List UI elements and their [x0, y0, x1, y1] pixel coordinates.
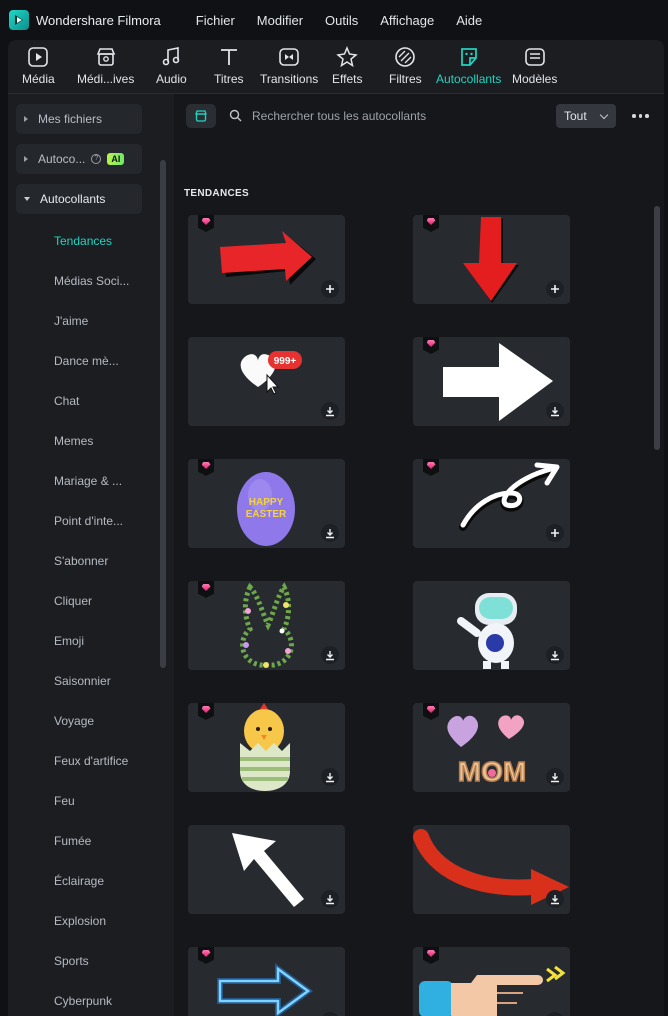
search-input[interactable]	[252, 104, 542, 128]
sticker-card[interactable]	[413, 947, 570, 1016]
sidebar-item-fire[interactable]: Feu	[54, 794, 75, 808]
text-title-icon	[218, 46, 240, 68]
sidebar-item-travel[interactable]: Voyage	[54, 714, 94, 728]
sidebar-item-social-media[interactable]: Médias Soci...	[54, 274, 129, 288]
sticker-card[interactable]	[188, 215, 345, 304]
sticker-card[interactable]	[413, 459, 570, 548]
filters-icon	[394, 46, 416, 68]
tab-effects[interactable]: Effets	[332, 46, 362, 86]
add-icon[interactable]	[546, 524, 564, 542]
tab-stock-media[interactable]: Médi...ives	[77, 46, 134, 86]
svg-text:HAPPY: HAPPY	[249, 497, 284, 508]
sidebar-item-cyberpunk[interactable]: Cyberpunk	[54, 994, 112, 1008]
sticker-card[interactable]: 999+	[188, 337, 345, 426]
svg-text:EASTER: EASTER	[246, 509, 287, 520]
sidebar-item-trending[interactable]: Tendances	[54, 234, 112, 248]
download-icon[interactable]	[546, 890, 564, 908]
music-note-icon	[160, 46, 182, 68]
menu-help[interactable]: Aide	[456, 13, 482, 28]
sidebar-group-ai-stickers[interactable]: Autoco... ? AI	[16, 144, 142, 174]
app-name: Wondershare Filmora	[36, 12, 161, 28]
add-icon[interactable]	[321, 280, 339, 298]
tab-stickers[interactable]: Autocollants	[436, 46, 501, 86]
sidebar-item-memes[interactable]: Memes	[54, 434, 93, 448]
sticker-icon	[458, 46, 480, 68]
sidebar-item-fireworks[interactable]: Feux d'artifice	[54, 754, 128, 768]
effects-icon	[336, 46, 359, 68]
download-icon[interactable]	[321, 646, 339, 664]
sidebar-item-emoji[interactable]: Emoji	[54, 634, 84, 648]
transitions-icon	[278, 46, 300, 68]
store-button[interactable]	[186, 104, 216, 128]
menu-bar: Fichier Modifier Outils Affichage Aide	[196, 13, 505, 28]
download-icon[interactable]	[546, 402, 564, 420]
sticker-card[interactable]	[413, 337, 570, 426]
sidebar-item-explosion[interactable]: Explosion	[54, 914, 106, 928]
sidebar-item-smoke[interactable]: Fumée	[54, 834, 91, 848]
chevron-right-icon	[24, 116, 28, 122]
menu-file[interactable]: Fichier	[196, 13, 235, 28]
stock-media-icon	[95, 46, 117, 68]
category-tabs: Média Médi...ives Audio Titres Transitio…	[8, 40, 664, 92]
menu-edit[interactable]: Modifier	[257, 13, 303, 28]
download-icon[interactable]	[321, 524, 339, 542]
sidebar-item-dance[interactable]: Dance mè...	[54, 354, 119, 368]
chevron-down-icon	[599, 110, 609, 120]
download-icon[interactable]	[321, 768, 339, 786]
menu-view[interactable]: Affichage	[380, 13, 434, 28]
tab-templates[interactable]: Modèles	[512, 46, 557, 86]
search-row: Tout	[174, 94, 664, 138]
download-icon[interactable]	[546, 646, 564, 664]
media-icon	[27, 46, 49, 68]
sidebar-item-cat[interactable]: Chat	[54, 394, 79, 408]
sidebar-item-seasonal[interactable]: Saisonnier	[54, 674, 111, 688]
search-icon	[229, 109, 242, 122]
sidebar-item-sports[interactable]: Sports	[54, 954, 89, 968]
media-library-panel: Média Médi...ives Audio Titres Transitio…	[8, 40, 664, 1016]
sticker-card[interactable]: HAPPY EASTER	[188, 459, 345, 548]
sidebar-item-lighting[interactable]: Éclairage	[54, 874, 104, 888]
filmora-logo-icon	[9, 10, 29, 30]
download-icon[interactable]	[546, 768, 564, 786]
download-icon[interactable]	[321, 890, 339, 908]
chevron-down-icon	[24, 197, 30, 201]
add-icon[interactable]	[546, 280, 564, 298]
sticker-card[interactable]	[413, 825, 570, 914]
tab-audio[interactable]: Audio	[156, 46, 187, 86]
sidebar: Mes fichiers Autoco... ? AI Autocollants…	[8, 94, 174, 1016]
ai-badge: AI	[107, 153, 125, 165]
filter-dropdown[interactable]: Tout	[556, 104, 616, 128]
sidebar-item-wedding[interactable]: Mariage & ...	[54, 474, 122, 488]
help-icon[interactable]: ?	[91, 154, 102, 164]
sticker-browser: Tout TENDANCES	[174, 94, 664, 1016]
sidebar-item-click[interactable]: Cliquer	[54, 594, 92, 608]
sidebar-group-stickers[interactable]: Autocollants	[16, 184, 142, 214]
content-scrollbar[interactable]	[654, 206, 660, 450]
templates-icon	[524, 46, 546, 68]
sidebar-group-my-files[interactable]: Mes fichiers	[16, 104, 142, 134]
tab-filters[interactable]: Filtres	[389, 46, 422, 86]
sidebar-item-points-of-interest[interactable]: Point d'inte...	[54, 514, 123, 528]
sticker-card[interactable]	[188, 947, 345, 1016]
tab-titles[interactable]: Titres	[214, 46, 244, 86]
store-icon	[195, 110, 207, 122]
menu-tools[interactable]: Outils	[325, 13, 358, 28]
sticker-card[interactable]	[188, 581, 345, 670]
sticker-card[interactable]	[188, 703, 345, 792]
svg-text:999+: 999+	[274, 356, 297, 367]
sticker-card[interactable]	[188, 825, 345, 914]
sidebar-scrollbar[interactable]	[160, 160, 166, 668]
more-options-icon[interactable]	[632, 114, 652, 118]
tab-media[interactable]: Média	[22, 46, 55, 86]
sticker-card[interactable]	[413, 581, 570, 670]
title-bar: Wondershare Filmora Fichier Modifier Out…	[0, 0, 668, 40]
tab-transitions[interactable]: Transitions	[260, 46, 318, 86]
sticker-card[interactable]: MOM	[413, 703, 570, 792]
sticker-card[interactable]	[413, 215, 570, 304]
section-title: TENDANCES	[184, 188, 249, 199]
sidebar-item-subscribe[interactable]: S'abonner	[54, 554, 108, 568]
chevron-right-icon	[24, 156, 28, 162]
sidebar-item-like[interactable]: J'aime	[54, 314, 88, 328]
download-icon[interactable]	[321, 402, 339, 420]
